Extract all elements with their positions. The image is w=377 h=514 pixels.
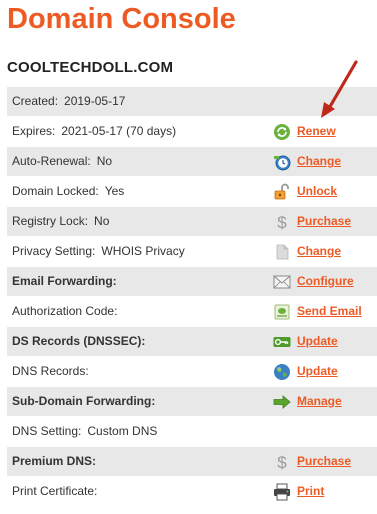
update-dns-records-link[interactable]: Update: [297, 357, 338, 386]
row-registry-lock: Registry Lock: No $ Purchase: [7, 207, 377, 236]
row-sub-domain-forwarding: Sub-Domain Forwarding: Manage: [7, 387, 377, 416]
refresh-icon[interactable]: [273, 123, 291, 141]
envelope-icon[interactable]: [273, 273, 291, 291]
row-dns-setting: DNS Setting: Custom DNS: [7, 417, 377, 446]
row-label: Privacy Setting:: [12, 244, 96, 258]
row-value: No: [96, 154, 113, 168]
row-domain-locked: Domain Locked: Yes Unlock: [7, 177, 377, 206]
page-title: Domain Console: [7, 3, 236, 35]
arrow-right-icon[interactable]: [273, 393, 291, 411]
row-label: DNS Setting:: [12, 424, 82, 438]
row-email-forwarding: Email Forwarding: Configure: [7, 267, 377, 296]
row-authorization-code: Authorization Code: Send Email: [7, 297, 377, 326]
row-label: DS Records (DNSSEC):: [12, 334, 146, 348]
annotation-arrow-icon: [321, 60, 358, 118]
configure-email-forwarding-link[interactable]: Configure: [297, 267, 354, 296]
domain-details-table: Created: 2019-05-17 Expires: 2021-05-17 (7…: [7, 87, 377, 507]
row-privacy-setting: Privacy Setting: WHOIS Privacy Change: [7, 237, 377, 266]
manage-sub-domain-forwarding-link[interactable]: Manage: [297, 387, 342, 416]
row-label: Email Forwarding:: [12, 274, 117, 288]
send-email-icon[interactable]: [273, 303, 291, 321]
dollar-icon[interactable]: $: [273, 213, 291, 231]
row-label: Premium DNS:: [12, 454, 97, 468]
row-value: 2019-05-17: [64, 94, 126, 108]
change-privacy-link[interactable]: Change: [297, 237, 341, 266]
change-auto-renewal-link[interactable]: Change: [297, 147, 341, 176]
clock-icon[interactable]: [273, 153, 291, 171]
dollar-icon[interactable]: $: [273, 453, 291, 471]
printer-icon[interactable]: [273, 483, 291, 501]
row-value: WHOIS Privacy: [101, 244, 185, 258]
print-certificate-link[interactable]: Print: [297, 477, 324, 506]
purchase-premium-dns-link[interactable]: Purchase: [297, 447, 351, 476]
row-label: Domain Locked:: [12, 184, 99, 198]
purchase-registry-lock-link[interactable]: Purchase: [297, 207, 351, 236]
unlock-link[interactable]: Unlock: [297, 177, 337, 206]
row-label: Authorization Code:: [12, 304, 118, 318]
unlock-icon[interactable]: [273, 183, 291, 201]
row-label: Registry Lock:: [12, 214, 89, 228]
row-value: No: [94, 214, 110, 228]
row-value: Custom DNS: [87, 424, 158, 438]
globe-icon[interactable]: [273, 363, 291, 381]
row-value: Yes: [104, 184, 125, 198]
key-icon[interactable]: [273, 333, 291, 351]
row-ds-records: DS Records (DNSSEC): Update: [7, 327, 377, 356]
row-label: Auto-Renewal:: [12, 154, 91, 168]
document-icon[interactable]: [273, 243, 291, 261]
svg-text:$: $: [277, 213, 287, 231]
send-email-link[interactable]: Send Email: [297, 297, 362, 326]
row-label: Expires:: [12, 124, 56, 138]
row-label: Print Certificate:: [12, 484, 98, 498]
row-value: 2021-05-17 (70 days): [61, 124, 177, 138]
row-print-certificate: Print Certificate: Print: [7, 477, 377, 506]
row-label: Created:: [12, 94, 59, 108]
row-label: DNS Records:: [12, 364, 89, 378]
row-label: Sub-Domain Forwarding:: [12, 394, 156, 408]
update-ds-records-link[interactable]: Update: [297, 327, 338, 356]
row-premium-dns: Premium DNS: $ Purchase: [7, 447, 377, 476]
domain-name: COOLTECHDOLL.COM: [7, 59, 174, 76]
row-dns-records: DNS Records: Update: [7, 357, 377, 386]
row-auto-renewal: Auto-Renewal: No Change: [7, 147, 377, 176]
svg-text:$: $: [277, 453, 287, 471]
